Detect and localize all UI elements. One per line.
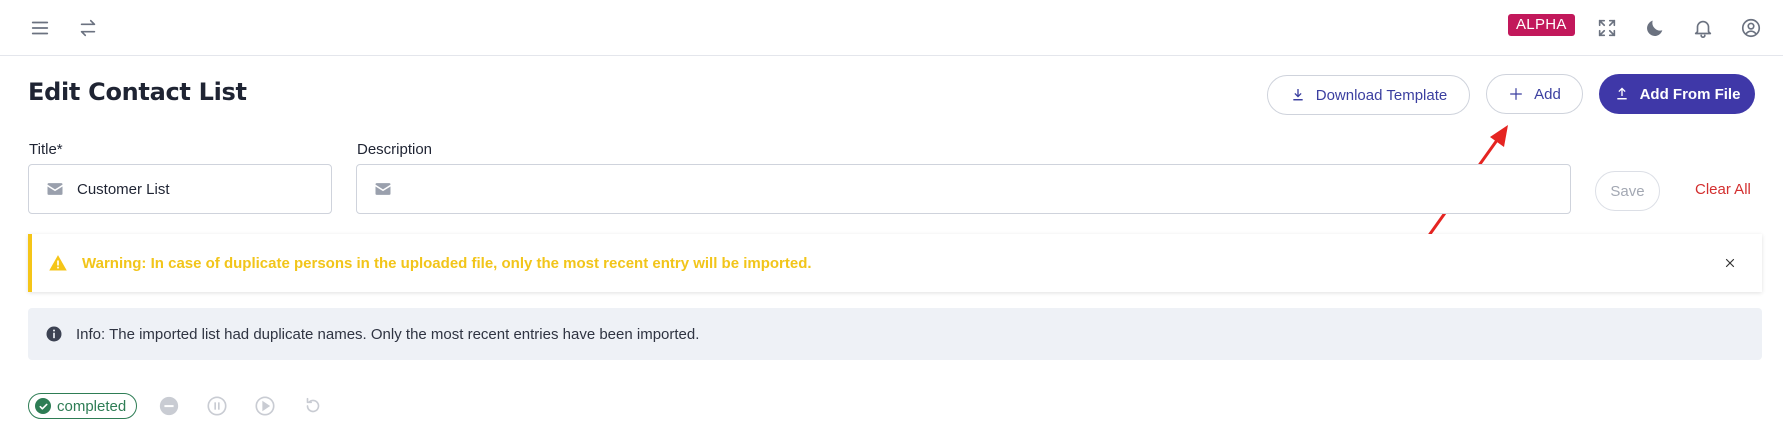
add-label: Add [1534,85,1561,103]
add-button[interactable]: Add [1486,74,1583,114]
description-label: Description [357,141,433,158]
stop-icon[interactable] [157,394,181,418]
info-alert: Info: The imported list had duplicate na… [28,308,1762,360]
swap-icon[interactable] [72,12,104,44]
status-label: completed [57,397,127,415]
save-button[interactable]: Save [1595,171,1660,211]
restart-icon[interactable] [301,394,325,418]
info-icon [44,324,64,344]
plus-icon [1508,86,1524,102]
warning-icon [48,253,68,273]
alpha-badge: ALPHA [1508,14,1575,36]
top-bar: ALPHA [0,0,1783,56]
envelope-icon [373,178,395,200]
moon-icon[interactable] [1639,12,1671,44]
add-from-file-button[interactable]: Add From File [1599,74,1755,114]
download-icon [1290,87,1306,103]
add-from-file-label: Add From File [1639,85,1741,103]
info-text: Info: The imported list had duplicate na… [76,325,700,343]
warning-text: Warning: In case of duplicate persons in… [82,254,812,272]
status-badge: completed [28,393,138,419]
pause-icon[interactable] [205,394,229,418]
bell-icon[interactable] [1687,12,1719,44]
warning-alert: Warning: In case of duplicate persons in… [28,234,1762,292]
page-title: Edit Contact List [28,78,247,106]
title-value: Customer List [77,180,170,198]
play-icon[interactable] [253,394,277,418]
menu-icon[interactable] [24,12,56,44]
envelope-icon [45,178,67,200]
close-icon[interactable] [1720,253,1740,273]
check-circle-icon [35,398,51,414]
download-template-label: Download Template [1315,86,1448,104]
description-field[interactable] [356,164,1571,214]
fullscreen-icon[interactable] [1591,12,1623,44]
upload-icon [1614,86,1630,102]
download-template-button[interactable]: Download Template [1267,75,1470,115]
user-circle-icon[interactable] [1735,12,1767,44]
title-label: Title* [29,141,63,158]
title-field[interactable]: Customer List [28,164,332,214]
clear-all-button[interactable]: Clear All [1695,181,1751,198]
